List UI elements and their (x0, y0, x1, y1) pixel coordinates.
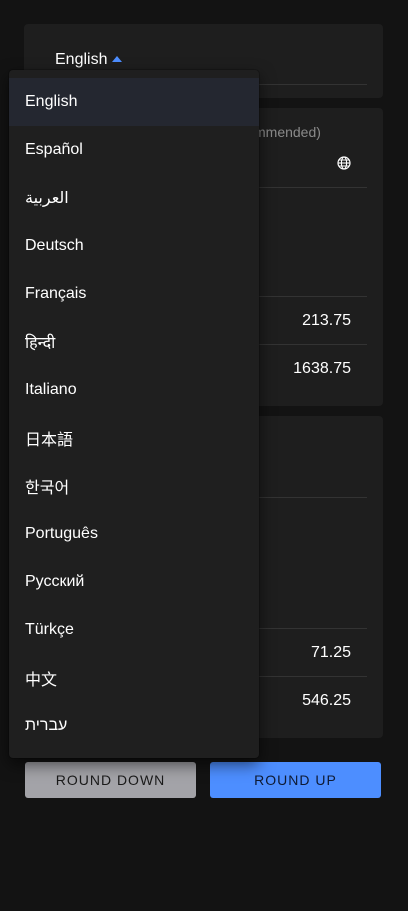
language-option-russian[interactable]: Русский (9, 558, 259, 606)
language-option-label: Русский (25, 573, 85, 590)
language-option-label: Português (25, 525, 98, 542)
language-option-label: 中文 (25, 672, 58, 689)
language-menu: English Español العربية Deutsch Français… (9, 70, 259, 758)
language-option-label: हिन्दी (25, 335, 56, 352)
language-option-label: العربية (25, 190, 69, 207)
divider (256, 497, 367, 498)
language-option-turkish[interactable]: Türkçe (9, 606, 259, 654)
language-option-hebrew[interactable]: עברית (9, 702, 259, 750)
result-total: 1638.75 (293, 360, 351, 377)
language-option-italian[interactable]: Italiano (9, 366, 259, 414)
caret-up-icon (112, 56, 123, 62)
result-value: 213.75 (302, 312, 351, 329)
language-option-label: Español (25, 141, 83, 158)
divider (256, 187, 367, 188)
language-option-label: Italiano (25, 381, 77, 398)
divider (256, 296, 367, 297)
round-up-button[interactable]: ROUND UP (210, 762, 381, 798)
language-option-french[interactable]: Français (9, 270, 259, 318)
divider (256, 628, 367, 629)
result-value: 71.25 (310, 644, 351, 661)
result-total: 546.25 (302, 692, 351, 709)
language-option-label: 한국어 (25, 480, 70, 497)
recommended-hint: mmended) (254, 124, 321, 140)
language-option-english[interactable]: English (9, 78, 259, 126)
language-option-portuguese[interactable]: Português (9, 510, 259, 558)
language-option-german[interactable]: Deutsch (9, 222, 259, 270)
language-option-chinese[interactable]: 中文 (9, 654, 259, 702)
divider (256, 344, 367, 345)
language-current-label: English (55, 51, 108, 68)
language-option-label: Deutsch (25, 237, 84, 254)
language-option-label: 日本語 (25, 432, 74, 449)
language-option-label: Français (25, 285, 87, 302)
globe-icon[interactable] (337, 156, 351, 170)
language-option-label: Türkçe (25, 621, 74, 638)
language-option-spanish[interactable]: Español (9, 126, 259, 174)
language-option-arabic[interactable]: العربية (9, 174, 259, 222)
language-option-label: עברית (25, 717, 68, 734)
round-down-button[interactable]: ROUND DOWN (25, 762, 196, 798)
language-option-hindi[interactable]: हिन्दी (9, 318, 259, 366)
language-dropdown-trigger[interactable]: English (55, 51, 123, 69)
language-option-label: English (25, 93, 78, 110)
language-option-japanese[interactable]: 日本語 (9, 414, 259, 462)
divider (256, 676, 367, 677)
language-option-korean[interactable]: 한국어 (9, 462, 259, 510)
